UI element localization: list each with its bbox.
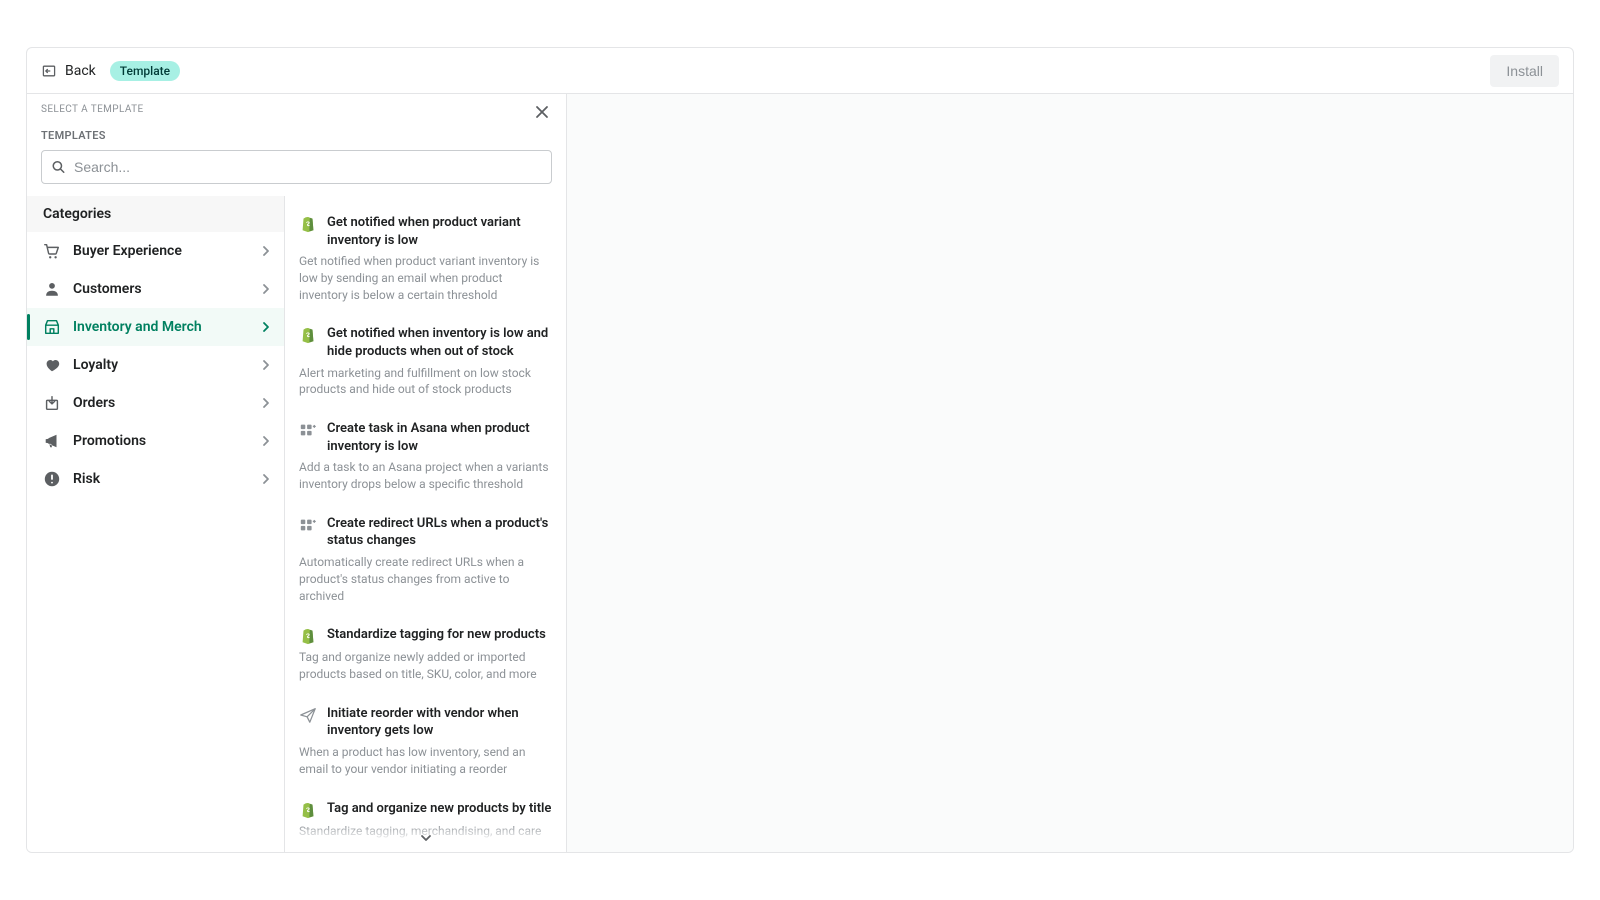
chevron-down-icon [419,831,433,845]
template-desc: Get notified when product variant invent… [299,253,552,303]
back-button[interactable]: Back [41,63,96,79]
category-item[interactable]: Loyalty [27,346,284,384]
send-icon [299,706,317,724]
risk-icon [43,470,61,488]
templates-list: Get notified when product variant invent… [285,196,566,852]
scroll-more-button[interactable] [285,824,566,852]
categories-column: Categories Buyer Experience Customers Inve… [27,196,285,852]
grid-icon [299,421,317,439]
shopify-icon [299,627,317,645]
cart-icon [43,242,61,260]
back-icon [41,63,57,79]
shopify-icon [299,215,317,233]
template-head: Get notified when inventory is low and h… [299,325,552,360]
template-head: Create task in Asana when product invent… [299,420,552,455]
heart-icon [43,356,61,374]
category-label: Promotions [73,433,260,449]
grid-icon [299,516,317,534]
category-item[interactable]: Orders [27,384,284,422]
template-desc: When a product has low inventory, send a… [299,744,552,778]
panel-columns: Categories Buyer Experience Customers Inve… [27,196,566,852]
chevron-right-icon [260,435,272,447]
template-desc: Add a task to an Asana project when a va… [299,459,552,493]
back-label: Back [65,63,96,79]
close-icon [535,105,549,119]
category-label: Loyalty [73,357,260,373]
shopify-icon [299,326,317,344]
template-item[interactable]: Create redirect URLs when a product's st… [299,507,552,618]
categories-list: Buyer Experience Customers Inventory and M… [27,232,284,498]
template-head: Initiate reorder with vendor when invent… [299,705,552,740]
chevron-right-icon [260,283,272,295]
template-title: Get notified when inventory is low and h… [327,325,552,360]
template-panel: SELECT A TEMPLATE TEMPLATES [27,94,567,852]
template-title: Get notified when product variant invent… [327,214,552,249]
body: SELECT A TEMPLATE TEMPLATES [27,94,1573,852]
category-label: Inventory and Merch [73,319,260,335]
chevron-right-icon [260,473,272,485]
template-head: Tag and organize new products by title [299,800,552,819]
search-icon [51,160,66,175]
template-head: Create redirect URLs when a product's st… [299,515,552,550]
shopify-icon [299,801,317,819]
categories-header: Categories [27,196,284,232]
template-head: Get notified when product variant invent… [299,214,552,249]
category-label: Risk [73,471,260,487]
panel-eyebrow: SELECT A TEMPLATE [41,104,552,115]
chevron-right-icon [260,321,272,333]
template-item[interactable]: Get notified when inventory is low and h… [299,317,552,412]
install-button[interactable]: Install [1490,55,1559,87]
close-button[interactable] [530,100,554,124]
person-icon [43,280,61,298]
template-title: Initiate reorder with vendor when invent… [327,705,552,740]
template-desc: Alert marketing and fulfillment on low s… [299,365,552,399]
template-desc: Tag and organize newly added or imported… [299,649,552,683]
template-head: Standardize tagging for new products [299,626,552,645]
template-title: Create redirect URLs when a product's st… [327,515,552,550]
category-item[interactable]: Customers [27,270,284,308]
search-input[interactable] [41,150,552,184]
megaphone-icon [43,432,61,450]
chevron-right-icon [260,359,272,371]
template-title: Standardize tagging for new products [327,626,546,644]
panel-header: SELECT A TEMPLATE TEMPLATES [27,94,566,184]
store-icon [43,318,61,336]
template-title: Tag and organize new products by title [327,800,551,818]
template-title: Create task in Asana when product invent… [327,420,552,455]
preview-area [567,94,1573,852]
category-label: Orders [73,395,260,411]
templates-column: Get notified when product variant invent… [285,196,566,852]
templates-heading: TEMPLATES [41,129,552,142]
template-item[interactable]: Get notified when product variant invent… [299,206,552,317]
template-desc: Automatically create redirect URLs when … [299,554,552,604]
category-item[interactable]: Inventory and Merch [27,308,284,346]
category-label: Customers [73,281,260,297]
category-label: Buyer Experience [73,243,260,259]
template-item[interactable]: Initiate reorder with vendor when invent… [299,697,552,792]
topbar: Back Template Install [27,48,1573,94]
chevron-right-icon [260,397,272,409]
app-frame: Back Template Install SELECT A TEMPLATE [26,47,1574,853]
category-item[interactable]: Buyer Experience [27,232,284,270]
category-item[interactable]: Risk [27,460,284,498]
template-badge: Template [110,61,180,81]
template-item[interactable]: Standardize tagging for new products Tag … [299,618,552,697]
category-item[interactable]: Promotions [27,422,284,460]
template-item[interactable]: Create task in Asana when product invent… [299,412,552,507]
orders-icon [43,394,61,412]
search-wrap [41,150,552,184]
chevron-right-icon [260,245,272,257]
